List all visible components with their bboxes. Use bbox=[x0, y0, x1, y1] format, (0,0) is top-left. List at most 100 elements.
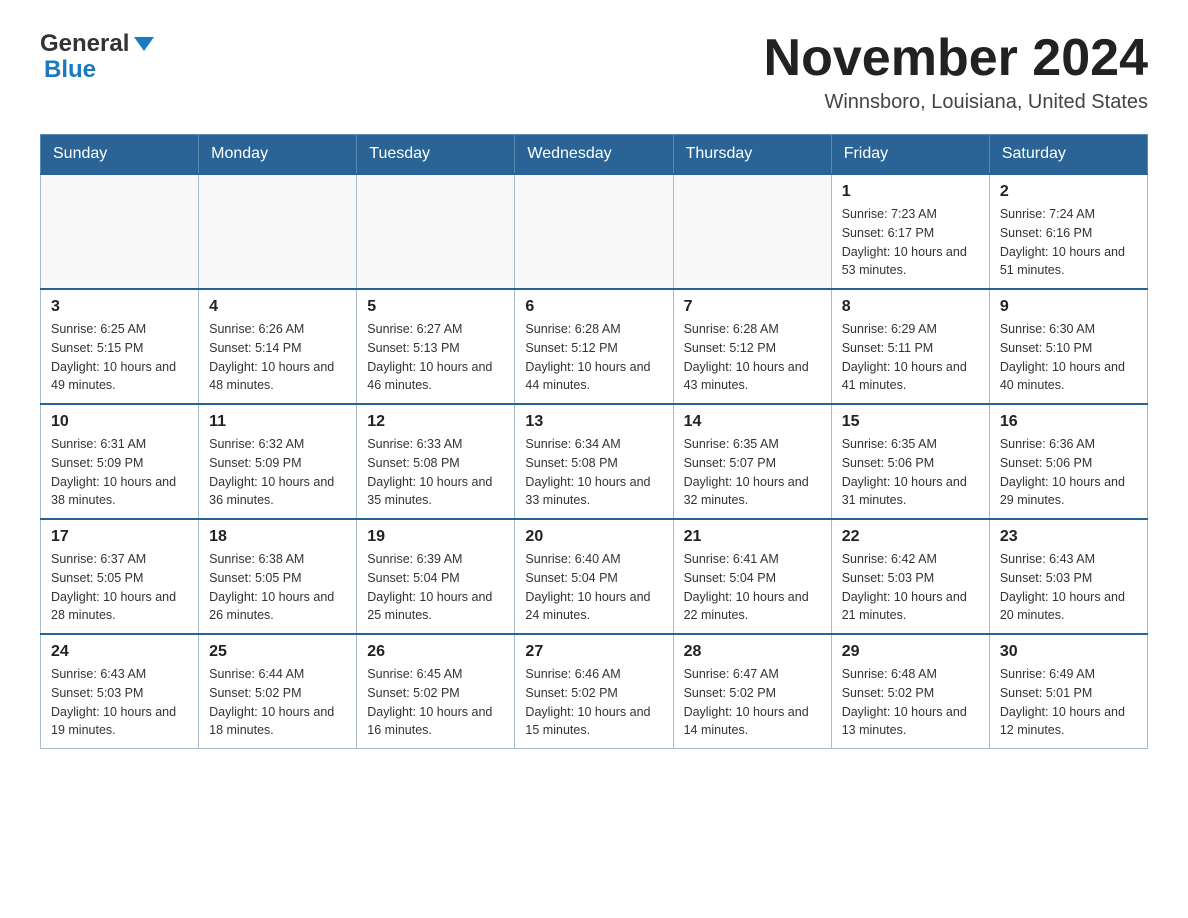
day-info: Sunrise: 6:37 AM Sunset: 5:05 PM Dayligh… bbox=[51, 550, 188, 625]
day-number: 18 bbox=[209, 528, 346, 546]
day-info: Sunrise: 6:46 AM Sunset: 5:02 PM Dayligh… bbox=[525, 665, 662, 740]
day-header-thursday: Thursday bbox=[673, 135, 831, 175]
week-row-2: 3Sunrise: 6:25 AM Sunset: 5:15 PM Daylig… bbox=[41, 289, 1148, 404]
day-info: Sunrise: 6:36 AM Sunset: 5:06 PM Dayligh… bbox=[1000, 435, 1137, 510]
calendar-cell bbox=[357, 174, 515, 289]
calendar-cell: 3Sunrise: 6:25 AM Sunset: 5:15 PM Daylig… bbox=[41, 289, 199, 404]
day-info: Sunrise: 6:33 AM Sunset: 5:08 PM Dayligh… bbox=[367, 435, 504, 510]
day-info: Sunrise: 6:42 AM Sunset: 5:03 PM Dayligh… bbox=[842, 550, 979, 625]
calendar-cell: 8 Sunrise: 6:29 AM Sunset: 5:11 PM Daylig… bbox=[831, 289, 989, 404]
day-number: 23 bbox=[1000, 528, 1137, 546]
week-row-4: 17 Sunrise: 6:37 AM Sunset: 5:05 PM Dayli… bbox=[41, 519, 1148, 634]
day-number: 4 bbox=[209, 298, 346, 316]
day-info: Sunrise: 7:23 AM Sunset: 6:17 PM Dayligh… bbox=[842, 205, 979, 280]
day-header-friday: Friday bbox=[831, 135, 989, 175]
day-info: Sunrise: 6:44 AM Sunset: 5:02 PM Dayligh… bbox=[209, 665, 346, 740]
calendar-cell: 25 Sunrise: 6:44 AM Sunset: 5:02 PM Dayli… bbox=[199, 634, 357, 749]
page-header: General Blue November 2024 Winnsboro, Lo… bbox=[40, 30, 1148, 114]
calendar-cell: 11 Sunrise: 6:32 AM Sunset: 5:09 PM Dayli… bbox=[199, 404, 357, 519]
day-number: 29 bbox=[842, 643, 979, 661]
day-number: 25 bbox=[209, 643, 346, 661]
day-info: Sunrise: 6:25 AM Sunset: 5:15 PM Dayligh… bbox=[51, 320, 188, 395]
calendar-cell: 26 Sunrise: 6:45 AM Sunset: 5:02 PM Dayli… bbox=[357, 634, 515, 749]
calendar-cell bbox=[41, 174, 199, 289]
logo-triangle-icon bbox=[134, 37, 154, 51]
calendar-cell bbox=[515, 174, 673, 289]
day-number: 24 bbox=[51, 643, 188, 661]
title-area: November 2024 Winnsboro, Louisiana, Unit… bbox=[764, 30, 1148, 114]
calendar-cell: 2Sunrise: 7:24 AM Sunset: 6:16 PM Daylig… bbox=[989, 174, 1147, 289]
calendar-cell: 6Sunrise: 6:28 AM Sunset: 5:12 PM Daylig… bbox=[515, 289, 673, 404]
calendar-cell: 12 Sunrise: 6:33 AM Sunset: 5:08 PM Dayli… bbox=[357, 404, 515, 519]
calendar-cell: 21 Sunrise: 6:41 AM Sunset: 5:04 PM Dayli… bbox=[673, 519, 831, 634]
day-info: Sunrise: 6:38 AM Sunset: 5:05 PM Dayligh… bbox=[209, 550, 346, 625]
calendar-cell: 15 Sunrise: 6:35 AM Sunset: 5:06 PM Dayli… bbox=[831, 404, 989, 519]
day-info: Sunrise: 6:31 AM Sunset: 5:09 PM Dayligh… bbox=[51, 435, 188, 510]
day-info: Sunrise: 6:32 AM Sunset: 5:09 PM Dayligh… bbox=[209, 435, 346, 510]
calendar-cell: 16 Sunrise: 6:36 AM Sunset: 5:06 PM Dayli… bbox=[989, 404, 1147, 519]
day-info: Sunrise: 6:35 AM Sunset: 5:06 PM Dayligh… bbox=[842, 435, 979, 510]
location-title: Winnsboro, Louisiana, United States bbox=[764, 91, 1148, 114]
calendar-cell: 18 Sunrise: 6:38 AM Sunset: 5:05 PM Dayli… bbox=[199, 519, 357, 634]
week-row-5: 24Sunrise: 6:43 AM Sunset: 5:03 PM Dayli… bbox=[41, 634, 1148, 749]
day-number: 17 bbox=[51, 528, 188, 546]
calendar-cell: 14 Sunrise: 6:35 AM Sunset: 5:07 PM Dayli… bbox=[673, 404, 831, 519]
day-number: 19 bbox=[367, 528, 504, 546]
day-info: Sunrise: 6:40 AM Sunset: 5:04 PM Dayligh… bbox=[525, 550, 662, 625]
calendar-cell: 23 Sunrise: 6:43 AM Sunset: 5:03 PM Dayli… bbox=[989, 519, 1147, 634]
calendar-cell: 9 Sunrise: 6:30 AM Sunset: 5:10 PM Daylig… bbox=[989, 289, 1147, 404]
day-info: Sunrise: 7:24 AM Sunset: 6:16 PM Dayligh… bbox=[1000, 205, 1137, 280]
day-number: 7 bbox=[684, 298, 821, 316]
day-info: Sunrise: 6:28 AM Sunset: 5:12 PM Dayligh… bbox=[525, 320, 662, 395]
calendar-cell: 10 Sunrise: 6:31 AM Sunset: 5:09 PM Dayli… bbox=[41, 404, 199, 519]
day-info: Sunrise: 6:43 AM Sunset: 5:03 PM Dayligh… bbox=[1000, 550, 1137, 625]
day-info: Sunrise: 6:47 AM Sunset: 5:02 PM Dayligh… bbox=[684, 665, 821, 740]
day-number: 9 bbox=[1000, 298, 1137, 316]
day-header-monday: Monday bbox=[199, 135, 357, 175]
day-number: 22 bbox=[842, 528, 979, 546]
day-info: Sunrise: 6:35 AM Sunset: 5:07 PM Dayligh… bbox=[684, 435, 821, 510]
day-number: 30 bbox=[1000, 643, 1137, 661]
day-number: 16 bbox=[1000, 413, 1137, 431]
day-number: 10 bbox=[51, 413, 188, 431]
calendar-cell: 28 Sunrise: 6:47 AM Sunset: 5:02 PM Dayli… bbox=[673, 634, 831, 749]
day-info: Sunrise: 6:48 AM Sunset: 5:02 PM Dayligh… bbox=[842, 665, 979, 740]
calendar-cell: 1 Sunrise: 7:23 AM Sunset: 6:17 PM Daylig… bbox=[831, 174, 989, 289]
day-info: Sunrise: 6:26 AM Sunset: 5:14 PM Dayligh… bbox=[209, 320, 346, 395]
day-info: Sunrise: 6:34 AM Sunset: 5:08 PM Dayligh… bbox=[525, 435, 662, 510]
calendar-cell: 4 Sunrise: 6:26 AM Sunset: 5:14 PM Daylig… bbox=[199, 289, 357, 404]
day-info: Sunrise: 6:30 AM Sunset: 5:10 PM Dayligh… bbox=[1000, 320, 1137, 395]
day-number: 21 bbox=[684, 528, 821, 546]
month-title: November 2024 bbox=[764, 30, 1148, 87]
day-number: 26 bbox=[367, 643, 504, 661]
day-info: Sunrise: 6:41 AM Sunset: 5:04 PM Dayligh… bbox=[684, 550, 821, 625]
day-number: 28 bbox=[684, 643, 821, 661]
day-number: 1 bbox=[842, 183, 979, 201]
calendar-cell: 24Sunrise: 6:43 AM Sunset: 5:03 PM Dayli… bbox=[41, 634, 199, 749]
calendar-table: SundayMondayTuesdayWednesdayThursdayFrid… bbox=[40, 134, 1148, 749]
calendar-cell: 17 Sunrise: 6:37 AM Sunset: 5:05 PM Dayli… bbox=[41, 519, 199, 634]
calendar-cell bbox=[199, 174, 357, 289]
days-header-row: SundayMondayTuesdayWednesdayThursdayFrid… bbox=[41, 135, 1148, 175]
day-info: Sunrise: 6:45 AM Sunset: 5:02 PM Dayligh… bbox=[367, 665, 504, 740]
calendar-cell: 22 Sunrise: 6:42 AM Sunset: 5:03 PM Dayli… bbox=[831, 519, 989, 634]
day-header-saturday: Saturday bbox=[989, 135, 1147, 175]
day-number: 11 bbox=[209, 413, 346, 431]
day-header-sunday: Sunday bbox=[41, 135, 199, 175]
logo: General Blue bbox=[40, 30, 154, 84]
calendar-cell: 30Sunrise: 6:49 AM Sunset: 5:01 PM Dayli… bbox=[989, 634, 1147, 749]
day-header-wednesday: Wednesday bbox=[515, 135, 673, 175]
calendar-cell: 7Sunrise: 6:28 AM Sunset: 5:12 PM Daylig… bbox=[673, 289, 831, 404]
day-number: 15 bbox=[842, 413, 979, 431]
week-row-1: 1 Sunrise: 7:23 AM Sunset: 6:17 PM Daylig… bbox=[41, 174, 1148, 289]
day-number: 12 bbox=[367, 413, 504, 431]
day-number: 8 bbox=[842, 298, 979, 316]
day-info: Sunrise: 6:29 AM Sunset: 5:11 PM Dayligh… bbox=[842, 320, 979, 395]
day-header-tuesday: Tuesday bbox=[357, 135, 515, 175]
calendar-cell bbox=[673, 174, 831, 289]
calendar-cell: 5Sunrise: 6:27 AM Sunset: 5:13 PM Daylig… bbox=[357, 289, 515, 404]
day-number: 14 bbox=[684, 413, 821, 431]
day-number: 27 bbox=[525, 643, 662, 661]
calendar-cell: 20Sunrise: 6:40 AM Sunset: 5:04 PM Dayli… bbox=[515, 519, 673, 634]
logo-blue-text: Blue bbox=[44, 56, 96, 84]
